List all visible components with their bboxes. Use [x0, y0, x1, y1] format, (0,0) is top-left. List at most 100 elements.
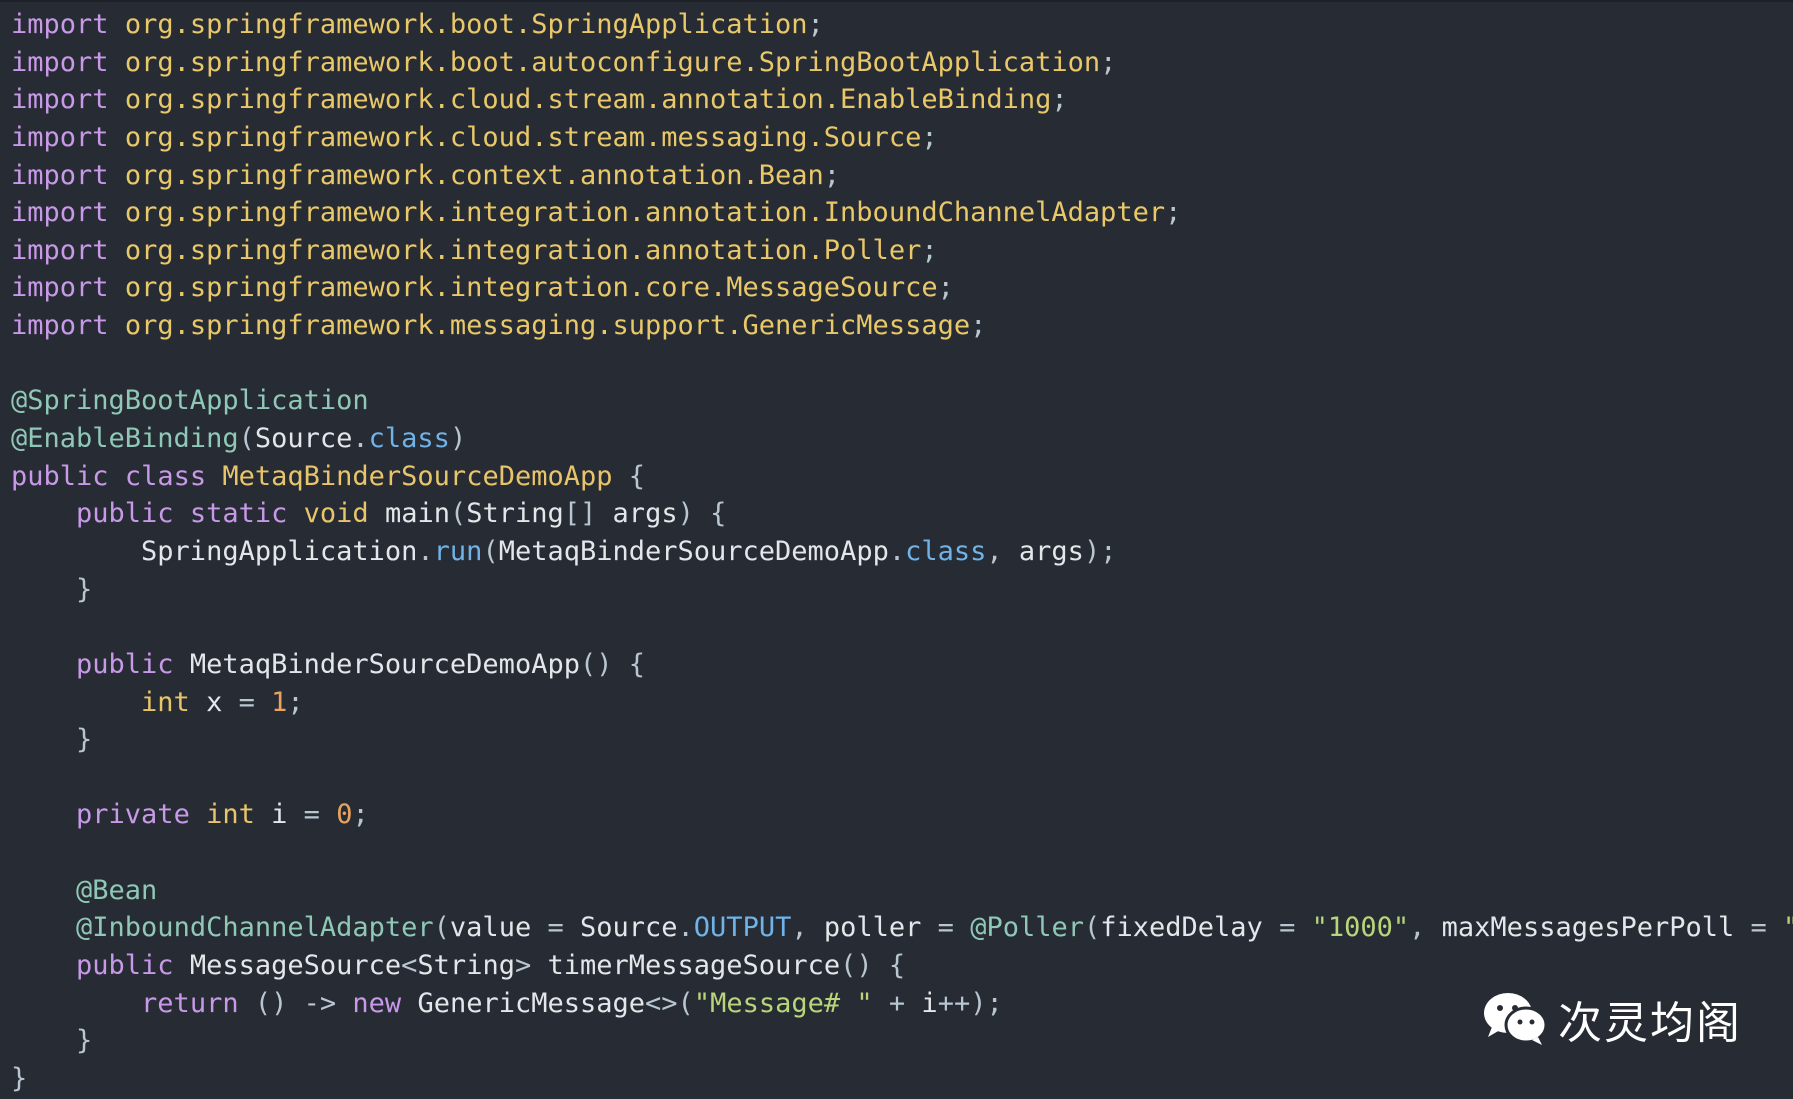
code-line[interactable]: public MessageSource<String> timerMessag…	[11, 947, 1793, 985]
watermark-text: 次灵均阁	[1558, 998, 1742, 1049]
code-text: String	[466, 498, 564, 530]
code-line[interactable]: import org.springframework.boot.SpringAp…	[11, 6, 1793, 44]
punctuation-token: )	[449, 423, 467, 455]
punctuation-token: {	[888, 950, 906, 982]
keyword-token: public	[76, 950, 174, 982]
annotation-token: @InboundChannelAdapter	[76, 912, 434, 944]
code-text: Source	[254, 423, 353, 455]
code-line[interactable]: public class MetaqBinderSourceDemoApp {	[11, 458, 1793, 496]
wechat-icon	[1484, 993, 1548, 1045]
keyword-token: import	[11, 197, 109, 229]
code-text: GenericMessage	[401, 987, 646, 1019]
code-line[interactable]: }	[11, 721, 1793, 759]
keyword-token: class	[124, 460, 207, 492]
punctuation-token: =	[1750, 912, 1767, 944]
code-line[interactable]: import org.springframework.cloud.stream.…	[11, 81, 1793, 119]
code-line[interactable]: import org.springframework.messaging.sup…	[11, 307, 1793, 345]
code-text: MessageSource	[173, 950, 402, 982]
code-line[interactable]: SpringApplication.run(MetaqBinderSourceD…	[11, 533, 1793, 571]
keyword-token: private	[76, 799, 190, 831]
punctuation-token: {	[628, 460, 646, 492]
package-token: org.springframework.boot.autoconfigure.S…	[124, 46, 1101, 78]
keyword-token: import	[11, 121, 109, 153]
punctuation-token: ,	[1409, 912, 1426, 944]
code-line[interactable]: import org.springframework.context.annot…	[11, 157, 1793, 195]
punctuation-token: ()	[840, 950, 873, 982]
punctuation-token: .	[677, 912, 694, 944]
punctuation-token: ;	[937, 272, 954, 304]
code-line[interactable]: public MetaqBinderSourceDemoApp() {	[11, 646, 1793, 684]
punctuation-token: =	[1279, 912, 1296, 944]
code-line[interactable]: @InboundChannelAdapter(value = Source.OU…	[11, 909, 1793, 947]
code-line[interactable]: @EnableBinding(Source.class)	[11, 420, 1793, 458]
keyword-token: public	[76, 648, 174, 680]
code-text: SpringApplication	[11, 535, 418, 567]
code-line[interactable]: import org.springframework.integration.a…	[11, 232, 1793, 270]
annotation-token: @EnableBinding	[11, 423, 239, 455]
punctuation-token: =	[937, 912, 954, 944]
code-text: poller	[807, 912, 938, 944]
code-line[interactable]: @Bean	[11, 872, 1793, 910]
code-text: fixedDelay	[1100, 912, 1280, 944]
keyword-token: static	[189, 498, 288, 530]
punctuation-token: ;	[970, 310, 987, 342]
member-token: run	[433, 535, 483, 567]
code-line[interactable]: import org.springframework.integration.a…	[11, 194, 1793, 232]
keyword-token: import	[11, 272, 109, 304]
package-token: org.springframework.boot.SpringApplicati…	[124, 9, 808, 40]
punctuation-token: ;	[921, 121, 938, 153]
type-token: int	[206, 799, 255, 831]
package-token: org.springframework.cloud.stream.annotat…	[124, 84, 1052, 116]
string-literal: "Message# "	[693, 987, 873, 1019]
code-content[interactable]: import org.springframework.boot.SpringAp…	[11, 6, 1793, 1098]
code-line[interactable]	[11, 345, 1793, 383]
code-text: main	[368, 498, 450, 530]
punctuation-token: []	[563, 498, 597, 530]
punctuation-token: {	[628, 648, 646, 680]
code-line[interactable]	[11, 759, 1793, 797]
keyword-token: public	[76, 498, 174, 530]
code-line[interactable]: import org.springframework.integration.c…	[11, 269, 1793, 307]
code-text: i	[254, 799, 304, 831]
code-line[interactable]: }	[11, 1060, 1793, 1098]
code-text: MetaqBinderSourceDemoApp	[498, 535, 889, 567]
punctuation-token: (	[449, 498, 467, 530]
code-line[interactable]: int x = 1;	[11, 684, 1793, 722]
keyword-token: import	[11, 310, 109, 342]
watermark: 次灵均阁	[1482, 987, 1742, 1051]
punctuation-token: .	[417, 535, 434, 567]
punctuation-token: }	[76, 1025, 93, 1057]
code-line[interactable]: @SpringBootApplication	[11, 382, 1793, 420]
keyword-token: import	[11, 234, 109, 266]
punctuation-token: (	[433, 912, 450, 944]
code-line[interactable]: private int i = 0;	[11, 796, 1793, 834]
annotation-token: @SpringBootApplication	[11, 385, 369, 417]
punctuation-token: (	[1083, 912, 1101, 944]
code-line[interactable]	[11, 608, 1793, 646]
punctuation-token: (	[238, 423, 255, 455]
code-line[interactable]	[11, 834, 1793, 872]
code-text: args	[596, 498, 678, 530]
code-line[interactable]: public static void main(String[] args) {	[11, 495, 1793, 533]
code-line[interactable]: import org.springframework.boot.autoconf…	[11, 44, 1793, 82]
code-text: x	[189, 686, 239, 718]
keyword-token: public	[11, 460, 109, 492]
punctuation-token: {	[710, 498, 727, 530]
punctuation-token: ;	[1051, 84, 1068, 116]
punctuation-token: );	[1083, 535, 1117, 567]
punctuation-token: ;	[807, 9, 824, 40]
code-line[interactable]: }	[11, 571, 1793, 609]
code-line[interactable]: import org.springframework.cloud.stream.…	[11, 119, 1793, 157]
code-editor[interactable]: import org.springframework.boot.SpringAp…	[0, 0, 1793, 1099]
